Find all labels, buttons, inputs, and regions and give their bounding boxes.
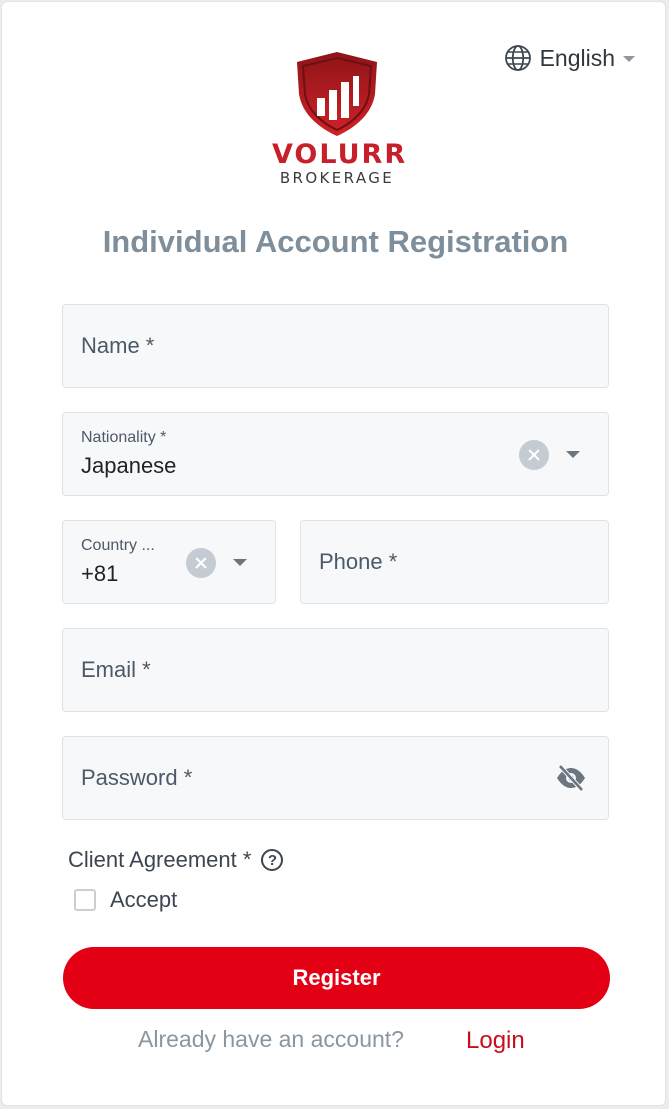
chevron-down-icon	[623, 56, 635, 62]
chevron-down-icon[interactable]	[233, 559, 247, 566]
accept-checkbox-row[interactable]: Accept	[74, 887, 177, 913]
email-field[interactable]: Email *	[62, 628, 609, 712]
chevron-down-icon[interactable]	[566, 451, 580, 458]
client-agreement: Client Agreement * ?	[68, 847, 284, 873]
language-selector[interactable]: English	[504, 44, 635, 72]
password-placeholder: Password *	[81, 765, 193, 790]
client-agreement-label: Client Agreement *	[68, 847, 252, 872]
page-title: Individual Account Registration	[102, 224, 569, 259]
country-code-label: Country ...	[81, 537, 155, 554]
brand-logo: VOLURR BROKERAGE	[272, 50, 408, 187]
name-placeholder: Name *	[81, 333, 155, 358]
clear-icon[interactable]	[186, 548, 216, 578]
name-field[interactable]: Name *	[62, 304, 609, 388]
registration-card: English VOLURR BROKERAGE Individual Acco…	[1, 1, 666, 1106]
brand-subtitle: BROKERAGE	[279, 169, 395, 187]
clear-icon[interactable]	[519, 440, 549, 470]
brand-name: VOLURR	[272, 139, 408, 170]
globe-icon	[504, 45, 531, 71]
country-code-select[interactable]: Country ... +81	[62, 520, 276, 604]
phone-field[interactable]: Phone *	[300, 520, 609, 604]
shield-logo	[297, 52, 377, 136]
eye-off-icon[interactable]	[555, 764, 587, 792]
language-label: English	[539, 44, 615, 71]
help-icon[interactable]: ?	[261, 849, 284, 871]
register-button[interactable]: Register	[63, 947, 610, 1009]
phone-placeholder: Phone *	[319, 549, 398, 574]
password-field[interactable]: Password *	[62, 736, 609, 820]
email-placeholder: Email *	[81, 657, 151, 682]
nationality-label: Nationality *	[81, 429, 167, 446]
accept-checkbox[interactable]	[74, 889, 96, 911]
already-have-account-text: Already have an account?	[138, 1026, 404, 1052]
nationality-value: Japanese	[81, 453, 177, 478]
nationality-select[interactable]: Nationality * Japanese	[62, 412, 609, 496]
country-code-value: +81	[81, 561, 119, 586]
login-link[interactable]: Login	[466, 1027, 525, 1055]
accept-label: Accept	[110, 887, 178, 912]
